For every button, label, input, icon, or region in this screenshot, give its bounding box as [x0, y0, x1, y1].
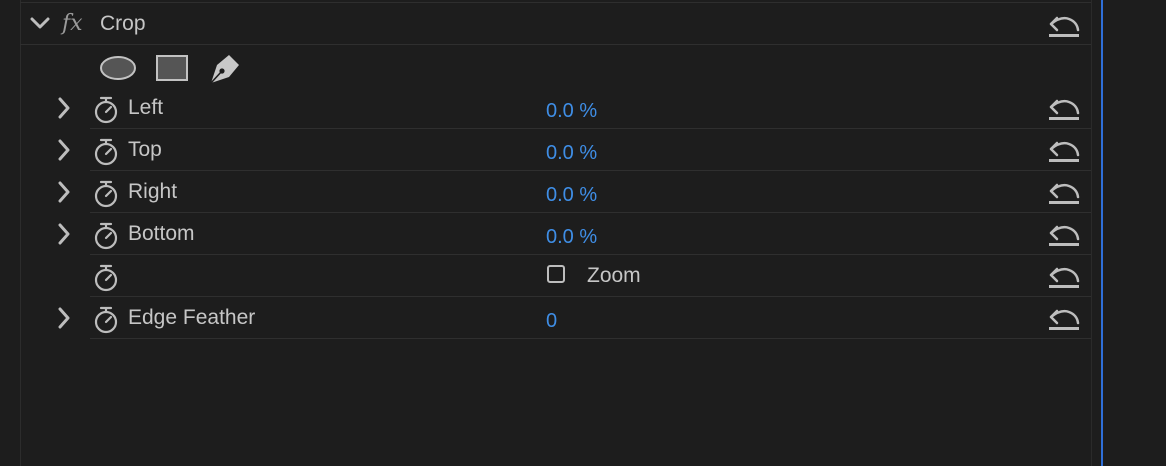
timeline-divider	[1091, 0, 1092, 466]
property-label: Left	[128, 96, 164, 119]
stopwatch-icon[interactable]	[93, 222, 119, 250]
stopwatch-icon[interactable]	[93, 96, 119, 124]
property-row[interactable]: Right 0.0 %	[0, 171, 1091, 213]
chevron-down-icon[interactable]	[30, 17, 50, 31]
property-value[interactable]: 0.0 %	[546, 141, 597, 165]
row-divider	[90, 338, 1091, 339]
property-label: Top	[128, 138, 162, 161]
property-row[interactable]: Zoom	[0, 255, 1091, 297]
property-value[interactable]: 0.0 %	[546, 99, 597, 123]
reset-parameter-icon[interactable]	[1047, 180, 1081, 206]
stopwatch-icon[interactable]	[93, 138, 119, 166]
ellipse-icon[interactable]	[99, 55, 137, 81]
rectangle-icon[interactable]	[155, 54, 189, 82]
property-row[interactable]: Top 0.0 %	[0, 129, 1091, 171]
property-label: Bottom	[128, 222, 195, 245]
playhead-line[interactable]	[1101, 0, 1103, 466]
reset-parameter-icon[interactable]	[1047, 264, 1081, 290]
property-value[interactable]: 0.0 %	[546, 225, 597, 249]
chevron-right-icon[interactable]	[57, 223, 71, 245]
property-value[interactable]: 0	[546, 309, 557, 333]
checkbox-label: Zoom	[587, 264, 641, 287]
stopwatch-icon[interactable]	[93, 264, 119, 292]
reset-parameter-icon[interactable]	[1047, 222, 1081, 248]
effect-header-row[interactable]: fx Crop	[0, 3, 1091, 45]
effect-controls-panel: fx Crop Left 0.0 % Top 0.0 % Right 0.0 % Botto…	[0, 0, 1166, 466]
property-value[interactable]: 0.0 %	[546, 183, 597, 207]
reset-parameter-icon[interactable]	[1047, 138, 1081, 164]
mask-tools-row	[0, 45, 1091, 89]
effect-name: Crop	[100, 12, 146, 35]
property-row[interactable]: Bottom 0.0 %	[0, 213, 1091, 255]
property-label: Right	[128, 180, 178, 203]
reset-parameter-icon[interactable]	[1047, 306, 1081, 332]
chevron-right-icon[interactable]	[57, 139, 71, 161]
pen-icon[interactable]	[207, 51, 243, 85]
stopwatch-icon[interactable]	[93, 306, 119, 334]
fx-icon[interactable]: fx	[62, 12, 83, 36]
property-row[interactable]: Left 0.0 %	[0, 87, 1091, 129]
chevron-right-icon[interactable]	[57, 97, 71, 119]
property-label: Edge Feather	[128, 306, 256, 329]
stopwatch-icon[interactable]	[93, 180, 119, 208]
reset-parameter-icon[interactable]	[1047, 13, 1081, 39]
zoom-checkbox[interactable]	[547, 265, 565, 283]
reset-parameter-icon[interactable]	[1047, 96, 1081, 122]
chevron-right-icon[interactable]	[57, 307, 71, 329]
property-row[interactable]: Edge Feather 0	[0, 297, 1091, 339]
chevron-right-icon[interactable]	[57, 181, 71, 203]
